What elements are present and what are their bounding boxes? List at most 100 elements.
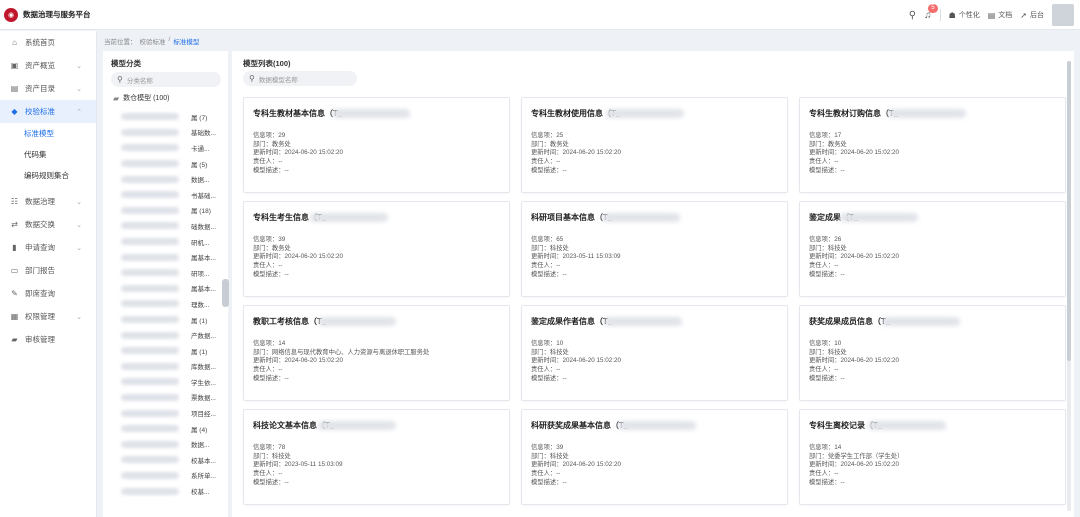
tree-node-redacted	[121, 144, 179, 152]
tree-node[interactable]: 项目经...	[115, 405, 225, 421]
sidebar: ⌂ 系统首页 ▣ 资产概览 ⌄ ▤ 资产目录 ⌄ ◆ 校验标准 ⌃ 标准模型 代码集 编码规则集合 ☷ 数据治…	[0, 31, 97, 517]
model-card-owner-value: --	[834, 470, 839, 478]
tree-node[interactable]: 属 (4)	[115, 421, 225, 437]
sidebar-item[interactable]: ▰ 审核管理	[0, 328, 96, 351]
sidebar-item[interactable]: ⇄ 数据交换 ⌄	[0, 213, 96, 236]
tree-node[interactable]: 卡通...	[115, 140, 225, 156]
tree-node[interactable]: 研项...	[115, 265, 225, 281]
model-card-dept-value: 科技处	[549, 348, 569, 356]
model-card-title: 鉴定成果作者信息（T_	[531, 317, 613, 326]
model-card-desc-label: 模型描述：	[531, 478, 563, 486]
sidebar-subitem[interactable]: 代码集	[0, 144, 96, 165]
sidebar-item[interactable]: ▣ 资产概览 ⌄	[0, 54, 96, 77]
model-card-desc-value: --	[840, 478, 845, 486]
model-card[interactable]: 鉴定成果（T_ 信息项：26 部门：科技处 更新时间：2024-06-20 15:02…	[799, 201, 1066, 297]
model-card[interactable]: 专科生教材基本信息（T_ 信息项：29 部门：教务处 更新时间：2024-06-20 …	[243, 97, 510, 193]
tree-node-label: 属基本...	[191, 255, 216, 263]
home-icon: ⌂	[12, 38, 17, 47]
tree-node-label: 校基本...	[191, 457, 216, 465]
sidebar-subitem[interactable]: 编码规则集合	[0, 165, 96, 186]
header-links: ☗ 个性化 ▤ 文档 ➚ 后台	[949, 10, 1044, 20]
tree-node[interactable]: 属 (7)	[115, 109, 225, 125]
model-card-code-redacted	[606, 109, 684, 118]
model-search-input[interactable]: ⚲ 数据模型名称	[243, 71, 357, 86]
sidebar-subitem[interactable]: 标准模型	[0, 123, 96, 144]
tree-node[interactable]: 研机...	[115, 234, 225, 250]
model-card[interactable]: 获奖成果成员信息（T_ 信息项：10 部门：科技处 更新时间：2024-06-20 1…	[799, 305, 1066, 401]
model-card-code-redacted	[840, 213, 918, 222]
tree-node-redacted	[121, 191, 179, 199]
model-card-code-redacted	[602, 213, 680, 222]
tree-node[interactable]: 基础数...	[115, 125, 225, 141]
tree-node[interactable]: 属基本...	[115, 281, 225, 297]
tree-node[interactable]: 库数据...	[115, 359, 225, 375]
diamond-icon: ◆	[11, 107, 18, 116]
category-search-input[interactable]: ⚲ 分类名称	[111, 72, 221, 87]
breadcrumb-parent[interactable]: 校验标准	[140, 36, 166, 48]
tree-node-label: 属 (1)	[191, 348, 208, 356]
tree-node[interactable]: 票数据...	[115, 390, 225, 406]
sidebar-item[interactable]: ✎ 即席查询	[0, 282, 96, 305]
model-card-owner-value: --	[556, 262, 561, 270]
tree-node-label: 库数据...	[191, 364, 216, 372]
chevron-icon: ⌄	[76, 244, 82, 252]
model-card-updated-value: 2024-06-20 15:02:20	[562, 357, 621, 365]
tree-node[interactable]: 数据...	[115, 171, 225, 187]
sidebar-item[interactable]: ⌂ 系统首页	[0, 31, 96, 54]
tree-node[interactable]: 学生依...	[115, 374, 225, 390]
model-card-details: 信息项：10 部门：科技处 更新时间：2024-06-20 15:02:20 责任人：…	[531, 340, 621, 384]
model-card-details: 信息项：10 部门：科技处 更新时间：2024-06-20 15:02:20 责任人：…	[809, 340, 899, 384]
model-card-count-label: 信息项：	[253, 132, 279, 139]
model-card[interactable]: 科研获奖成果基本信息（T_ 信息项：39 部门：科技处 更新时间：2024-06-20…	[521, 409, 788, 505]
header-link-2[interactable]: ➚ 后台	[1020, 10, 1044, 20]
scrollbar-thumb[interactable]	[1067, 61, 1071, 361]
model-card[interactable]: 专科生教材使用信息（T_ 信息项：25 部门：教务处 更新时间：2024-06-20 …	[521, 97, 788, 193]
tree-node[interactable]: 础数据...	[115, 218, 225, 234]
model-card-owner-value: --	[834, 366, 839, 374]
graduation-cap-icon: ☗	[948, 10, 956, 20]
tree-node[interactable]: 属 (1)	[115, 312, 225, 328]
monitor-icon: ▭	[10, 266, 19, 275]
model-card-dept-label: 部门：	[253, 244, 272, 252]
model-card-updated-value: 2023-05-11 15:03:09	[284, 461, 343, 469]
tree-node[interactable]: 系所单...	[115, 468, 225, 484]
header-link-0[interactable]: ☗ 个性化	[949, 10, 980, 20]
tree-node[interactable]: 属 (1)	[115, 343, 225, 359]
model-card[interactable]: 鉴定成果作者信息（T_ 信息项：10 部门：科技处 更新时间：2024-06-20 1…	[521, 305, 788, 401]
model-card[interactable]: 教职工考核信息（T_ 信息项：14 部门：网络信息与现代教育中心、人力资源与离退休职…	[243, 305, 510, 401]
tree-node[interactable]: 校基本...	[115, 452, 225, 468]
tree-node[interactable]: 属 (5)	[115, 156, 225, 172]
model-card-updated-label: 更新时间：	[531, 357, 563, 365]
tree-node[interactable]: 校基...	[115, 483, 225, 499]
sidebar-item[interactable]: ▭ 部门报告	[0, 259, 96, 282]
sidebar-item[interactable]: ☷ 数据治理 ⌄	[0, 190, 96, 213]
model-card[interactable]: 专科生离校记录（T_ 信息项：14 部门：党委学生工作部（学生处） 更新时间：2024…	[799, 409, 1066, 505]
search-icon[interactable]: ⚲	[909, 10, 916, 21]
sidebar-item[interactable]: ▤ 资产目录 ⌄	[0, 77, 96, 100]
bell-icon[interactable]: ♫ 5	[924, 3, 938, 21]
tree-node[interactable]: 理数...	[115, 296, 225, 312]
panel-collapse-handle[interactable]	[222, 279, 229, 307]
tree-node[interactable]: 产数据...	[115, 327, 225, 343]
sidebar-item[interactable]: ▦ 权限管理 ⌄	[0, 305, 96, 328]
tree-node[interactable]: 属 (18)	[115, 203, 225, 219]
header-link-1[interactable]: ▤ 文档	[988, 10, 1013, 20]
tree-root-node[interactable]: ▰ 数仓模型 (100)	[113, 93, 169, 103]
sidebar-item[interactable]: ◆ 校验标准 ⌃	[0, 100, 96, 123]
tree-node[interactable]: 属基本...	[115, 249, 225, 265]
tree-node[interactable]: 书基础...	[115, 187, 225, 203]
model-card[interactable]: 专科生考生信息（T_ 信息项：39 部门：教务处 更新时间：2024-06-20 15…	[243, 201, 510, 297]
model-card[interactable]: 专科生教材订购信息（T_ 信息项：17 部门：教务处 更新时间：2024-06-20 …	[799, 97, 1066, 193]
review-icon: ▰	[11, 335, 18, 344]
model-card-count-row: 信息项：26	[809, 236, 899, 245]
model-card-owner-value: --	[834, 158, 839, 166]
model-card-updated-row: 更新时间：2024-06-20 15:02:20	[253, 149, 343, 158]
avatar[interactable]	[1052, 4, 1074, 26]
model-card-code-redacted	[868, 421, 946, 430]
sidebar-item[interactable]: ▮ 申请查询 ⌄	[0, 236, 96, 259]
model-card-owner-row: 责任人：--	[809, 366, 899, 375]
app-logo[interactable]: ◉ 数据治理与服务平台	[4, 7, 91, 22]
tree-node[interactable]: 数据...	[115, 436, 225, 452]
model-card[interactable]: 科研项目基本信息（T_ 信息项：65 部门：科技处 更新时间：2023-05-11 1…	[521, 201, 788, 297]
model-card[interactable]: 科技论文基本信息（T_ 信息项：78 部门：科技处 更新时间：2023-05-11 1…	[243, 409, 510, 505]
